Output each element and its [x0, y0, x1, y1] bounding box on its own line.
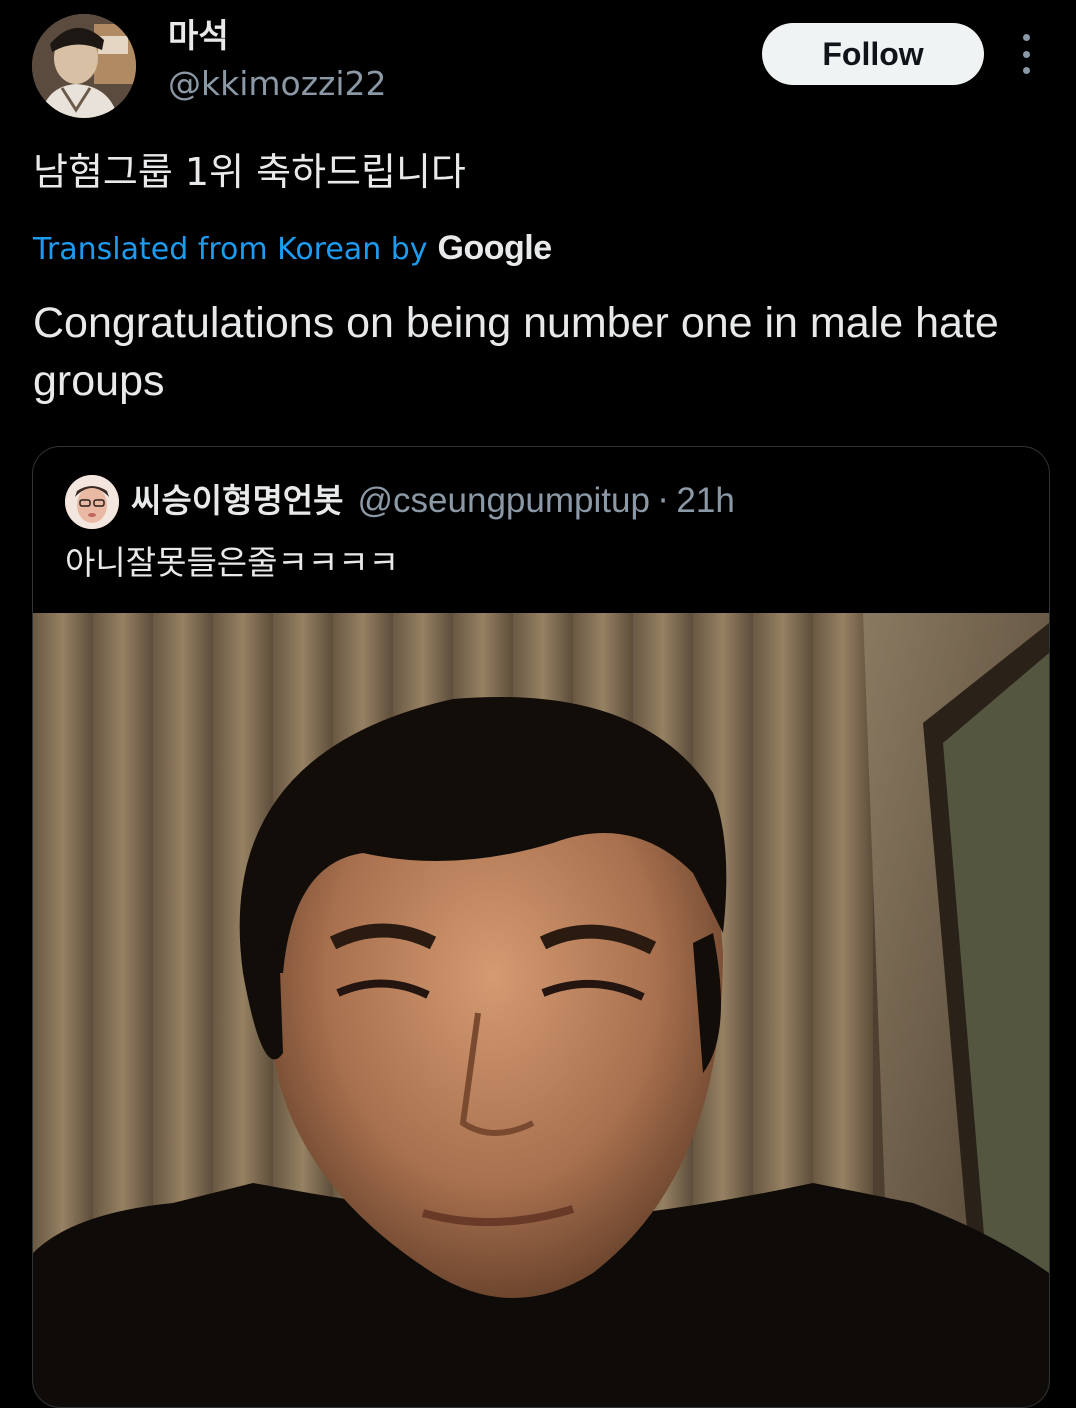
- tweet-text: 남혐그룹 1위 축하드립니다: [33, 150, 466, 194]
- quoted-handle[interactable]: @cseungpumpitup: [358, 479, 650, 523]
- translation-attribution[interactable]: Translated from Korean by Google: [33, 226, 552, 272]
- quoted-avatar-image: [65, 475, 119, 529]
- quoted-timestamp[interactable]: 21h: [676, 479, 734, 523]
- quoted-display-name[interactable]: 씨승이형명언봇: [131, 479, 344, 523]
- author-handle[interactable]: @kkimozzi22: [168, 64, 387, 104]
- quoted-media[interactable]: [33, 613, 1049, 1407]
- author-avatar[interactable]: [32, 14, 136, 118]
- more-dot: [1022, 50, 1030, 58]
- translated-label: Translated from Korean by: [33, 232, 428, 267]
- video-thumbnail: [33, 613, 1049, 1407]
- follow-button[interactable]: Follow: [762, 23, 984, 85]
- quoted-separator: ·: [657, 481, 669, 520]
- quoted-author-avatar[interactable]: [65, 475, 119, 529]
- quoted-tweet[interactable]: 씨승이형명언봇 @cseungpumpitup · 21h 아니잘못들은줄ㅋㅋㅋ…: [32, 446, 1050, 1408]
- author-avatar-image: [32, 14, 136, 118]
- author-display-name[interactable]: 마석: [168, 16, 229, 56]
- more-vertical-icon[interactable]: [1010, 34, 1042, 74]
- quoted-tweet-header: 씨승이형명언봇 @cseungpumpitup · 21h: [131, 479, 735, 523]
- google-logo: Google: [437, 229, 553, 267]
- more-dot: [1022, 34, 1030, 41]
- tweet-translation: Congratulations on being number one in m…: [33, 299, 999, 405]
- more-dot: [1022, 67, 1030, 74]
- quoted-tweet-text: 아니잘못들은줄ㅋㅋㅋㅋ: [65, 543, 399, 582]
- tweet-container: 마석 @kkimozzi22 Follow 남혐그룹 1위 축하드립니다 Tra…: [0, 0, 1076, 1408]
